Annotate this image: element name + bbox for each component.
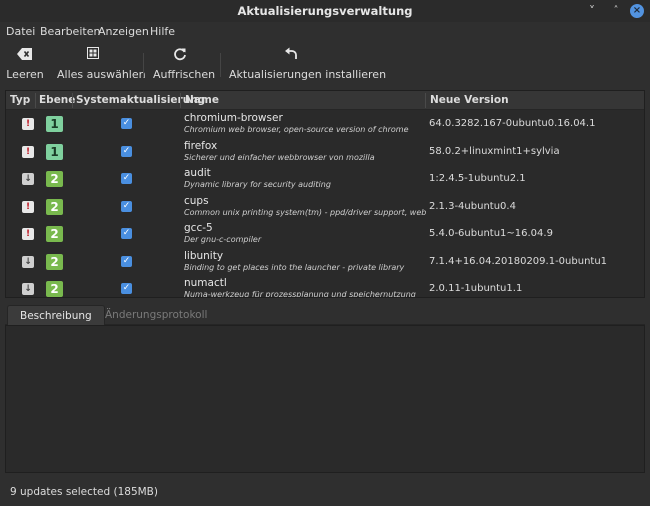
column-divider[interactable] [35,93,36,108]
select-all-button[interactable]: Alles auswählen [57,47,146,81]
column-header-level[interactable]: Ebene [39,94,75,106]
level-badge: 2 [46,281,63,297]
refresh-icon [153,47,207,63]
minimize-button[interactable]: ˅ [584,3,600,19]
refresh-button[interactable]: Auffrischen [153,47,216,81]
package-description: Der gnu-c-compiler [184,235,262,244]
update-checkbox[interactable]: ✓ [121,283,132,294]
status-bar: 9 updates selected (185MB) [0,476,650,506]
package-description: Common unix printing system(tm) - ppd/dr… [184,207,426,217]
package-update-icon: ↓ [22,283,34,295]
package-name: gcc-5 [184,222,213,234]
package-name: libunity [184,249,224,262]
clear-button[interactable]: Leeren [6,47,44,81]
toolbar-separator [143,53,144,77]
table-row[interactable]: ↓ 2 ✓ audit Dynamic library for security… [6,166,644,194]
package-name: chromium-browser [184,112,283,124]
table-row[interactable]: ! 1 ✓ firefox Sicherer und einfacher web… [6,139,644,167]
table-row[interactable]: ! 2 ✓ cups Common unix printing system(t… [6,194,644,222]
window-title: Aktualisierungsverwaltung [237,4,413,18]
tab-description[interactable]: Beschreibung [7,305,105,326]
package-version: 64.0.3282.167-0ubuntu0.16.04.1 [429,118,596,129]
column-header-new-version[interactable]: Neue Version [430,94,509,106]
column-header-type[interactable]: Typ [10,94,30,106]
menu-bar: Datei Bearbeiten Anzeigen Hilfe [0,22,650,42]
package-description: Chromium web browser, open-source versio… [184,125,409,134]
package-version: 2.1.3-4ubuntu0.4 [429,200,516,212]
column-divider[interactable] [72,93,73,108]
level-badge: 1 [46,116,63,132]
select-all-icon [57,47,129,63]
package-version: 58.0.2+linuxmint1+sylvia [429,145,560,157]
backspace-icon [6,47,44,63]
refresh-label: Auffrischen [153,68,216,81]
status-text: 9 updates selected (185MB) [10,486,158,498]
package-name: audit [184,167,211,179]
toolbar-separator [220,53,221,77]
undo-arrow-icon [229,47,353,63]
table-row[interactable]: ↓ 2 ✓ libunity Binding to get places int… [6,249,644,277]
title-bar: Aktualisierungsverwaltung ˅ ˄ × [0,0,650,22]
level-badge: 2 [46,171,63,187]
menu-view[interactable]: Anzeigen [98,25,149,38]
package-version: 1:2.4.5-1ubuntu2.1 [429,173,526,184]
menu-file[interactable]: Datei [6,25,35,38]
close-button[interactable]: × [630,4,644,18]
package-description: Numa-werkzeug für prozessplanung und spe… [184,290,416,298]
package-description: Sicherer und einfacher webbrowser von mo… [184,152,375,162]
level-badge: 2 [46,198,63,215]
package-description: Dynamic library for security auditing [184,180,331,189]
menu-edit[interactable]: Bearbeiten [40,25,100,38]
updates-list: Typ Ebene Systemaktualisierung Name Neue… [5,90,645,298]
package-version: 5.4.0-6ubuntu1~16.04.9 [429,228,553,239]
package-version: 7.1.4+16.04.20180209.1-0ubuntu1 [429,255,608,267]
description-pane [5,325,645,473]
security-update-icon: ! [22,228,34,240]
package-update-icon: ↓ [22,255,34,268]
package-update-icon: ↓ [22,173,34,185]
column-divider[interactable] [180,93,181,108]
security-update-icon: ! [22,118,34,130]
toolbar: Leeren Alles auswählen Auffrischen Aktua… [0,43,650,85]
table-row[interactable]: ! 1 ✓ chromium-browser Chromium web brow… [6,111,644,139]
package-name: cups [184,194,209,207]
update-checkbox[interactable]: ✓ [121,173,132,184]
install-updates-button[interactable]: Aktualisierungen installieren [229,47,387,81]
clear-label: Leeren [6,68,44,81]
detail-tabs: Beschreibung Änderungsprotokoll [5,305,645,326]
install-updates-label: Aktualisierungen installieren [229,68,387,81]
table-row[interactable]: ↓ 2 ✓ numactl Numa-werkzeug für prozessp… [6,276,644,298]
update-checkbox[interactable]: ✓ [121,145,132,157]
package-name: numactl [184,277,227,289]
maximize-button[interactable]: ˄ [608,3,624,19]
update-checkbox[interactable]: ✓ [121,118,132,129]
select-all-label: Alles auswählen [57,68,146,81]
column-header-name[interactable]: Name [185,94,219,106]
list-header: Typ Ebene Systemaktualisierung Name Neue… [6,91,644,110]
update-checkbox[interactable]: ✓ [121,228,132,239]
update-checkbox[interactable]: ✓ [121,255,132,267]
package-name: firefox [184,139,218,152]
update-checkbox[interactable]: ✓ [121,200,132,212]
menu-help[interactable]: Hilfe [150,25,175,38]
table-row[interactable]: ! 2 ✓ gcc-5 Der gnu-c-compiler 5.4.0-6ub… [6,221,644,249]
package-version: 2.0.11-1ubuntu1.1 [429,283,523,294]
level-badge: 1 [46,143,63,160]
security-update-icon: ! [22,145,34,158]
level-badge: 2 [46,226,63,242]
tab-changelog[interactable]: Änderungsprotokoll [93,305,219,326]
package-description: Binding to get places into the launcher … [184,262,405,272]
level-badge: 2 [46,253,63,270]
security-update-icon: ! [22,200,34,213]
column-divider[interactable] [425,93,426,108]
